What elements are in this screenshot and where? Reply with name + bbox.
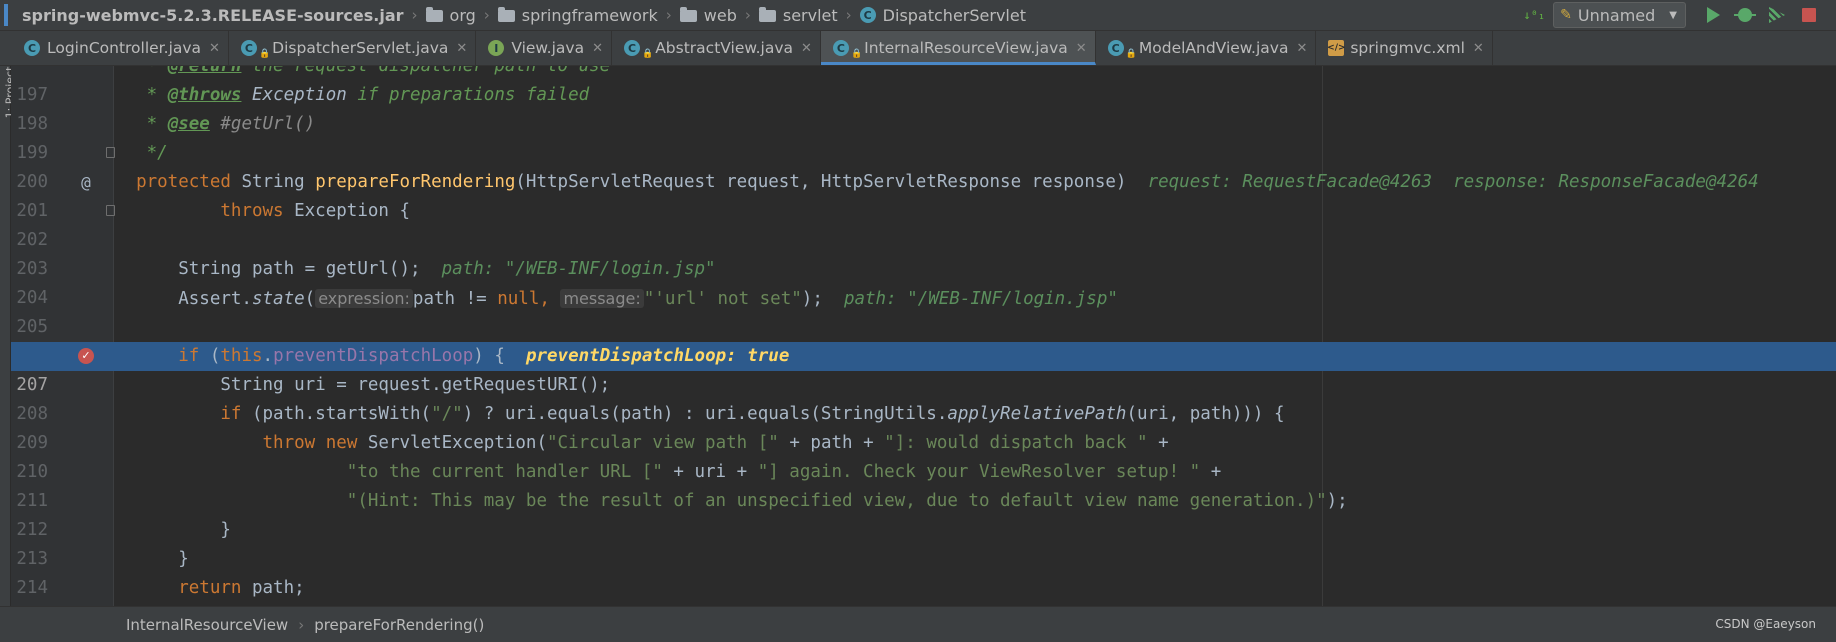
lock-icon: 🔒 bbox=[258, 49, 271, 59]
folder-icon bbox=[497, 7, 515, 22]
code-line[interactable]: 210 throw new ServletException("Circular… bbox=[11, 429, 1836, 482]
breadcrumb-method[interactable]: prepareForRendering() bbox=[314, 616, 484, 634]
class-icon: C bbox=[832, 40, 849, 56]
tab-internalresourceview[interactable]: C 🔒 InternalResourceView.java ✕ bbox=[820, 31, 1096, 65]
toolbar-actions: ↓⁰₁ ✎ Unnamed ▼ bbox=[1523, 0, 1836, 30]
code-line[interactable]: 206 bbox=[11, 313, 1836, 366]
chevron-right-icon: › bbox=[298, 615, 305, 634]
parameter-hint: message: bbox=[560, 289, 644, 308]
folder-icon bbox=[679, 7, 697, 22]
breadcrumb-jar[interactable]: spring-webmvc-5.2.3.RELEASE-sources.jar bbox=[22, 6, 404, 25]
tab-dispatcherservlet[interactable]: C 🔒 DispatcherServlet.java ✕ bbox=[229, 31, 477, 65]
breadcrumb-dispatcherservlet[interactable]: C DispatcherServlet bbox=[859, 6, 1026, 25]
run-configuration-select[interactable]: ✎ Unnamed ▼ bbox=[1553, 2, 1686, 28]
stop-button[interactable] bbox=[1796, 8, 1822, 22]
chevron-right-icon: › bbox=[411, 6, 418, 24]
code-line[interactable]: 204 String path = getUrl(); path: "/WEB-… bbox=[11, 255, 1836, 308]
code-line[interactable]: 201 @ protected String prepareForRenderi… bbox=[11, 168, 1836, 221]
lock-icon: 🔒 bbox=[641, 49, 654, 59]
debug-button[interactable] bbox=[1732, 8, 1758, 22]
close-icon[interactable]: ✕ bbox=[1296, 41, 1307, 56]
tab-abstractview[interactable]: C 🔒 AbstractView.java ✕ bbox=[612, 31, 821, 65]
breakpoint-icon[interactable]: ✓ bbox=[78, 348, 94, 364]
lock-icon: 🔒 bbox=[850, 49, 863, 59]
watermark: CSDN @Eaeyson bbox=[1715, 617, 1816, 631]
tool-window-strip: 1: Project bbox=[0, 66, 16, 606]
fold-icon[interactable] bbox=[106, 147, 115, 158]
chevron-right-icon: › bbox=[665, 6, 672, 24]
code-line[interactable]: 203 bbox=[11, 226, 1836, 279]
tab-logincontroller[interactable]: C LoginController.java ✕ bbox=[12, 31, 229, 65]
class-icon: C bbox=[24, 40, 40, 56]
chevron-right-icon: › bbox=[744, 6, 751, 24]
parameter-hint: expression: bbox=[315, 289, 413, 308]
code-line[interactable]: 202 throws Exception { bbox=[11, 197, 1836, 250]
debug-inline-value: path: "/WEB-INF/login.jsp" bbox=[843, 289, 1118, 309]
class-icon: C bbox=[1107, 40, 1124, 56]
xml-file-icon: </> bbox=[1327, 40, 1346, 56]
debug-inline-value: path: "/WEB-INF/login.jsp" bbox=[441, 259, 716, 279]
code-line[interactable]: 197 * @return the request dispatcher pat… bbox=[11, 66, 1836, 105]
close-icon[interactable]: ✕ bbox=[456, 41, 467, 56]
project-marker bbox=[4, 4, 8, 26]
debug-inline-value: request: RequestFacade@4263 response: Re… bbox=[1147, 172, 1759, 192]
code-line[interactable]: 211 "to the current handler URL [" + uri… bbox=[11, 458, 1836, 511]
code-line[interactable]: 213 } bbox=[11, 516, 1836, 569]
tab-view[interactable]: I View.java ✕ bbox=[476, 31, 612, 65]
breadcrumb-springframework[interactable]: springframework bbox=[497, 6, 658, 25]
fold-icon[interactable] bbox=[106, 205, 115, 216]
current-execution-line[interactable]: 207 ✓ if (this.preventDispatchLoop) { pr… bbox=[11, 342, 1836, 395]
chevron-right-icon: › bbox=[845, 6, 852, 24]
code-line[interactable]: 214 } bbox=[11, 545, 1836, 598]
code-line[interactable]: 209 if (path.startsWith("/") ? uri.equal… bbox=[11, 400, 1836, 453]
code-line[interactable]: 212 "(Hint: This may be the result of an… bbox=[11, 487, 1836, 540]
tab-modelandview[interactable]: C 🔒 ModelAndView.java ✕ bbox=[1096, 31, 1317, 65]
debug-icon bbox=[1734, 8, 1756, 22]
navigation-bar: spring-webmvc-5.2.3.RELEASE-sources.jar … bbox=[0, 0, 1836, 31]
chevron-down-icon: ▼ bbox=[1669, 9, 1677, 21]
class-icon: C bbox=[240, 40, 257, 56]
class-icon: C bbox=[623, 40, 640, 56]
code-line[interactable]: 199 * @see #getUrl() bbox=[11, 110, 1836, 163]
coverage-button[interactable] bbox=[1764, 7, 1790, 23]
close-icon[interactable]: ✕ bbox=[1473, 41, 1484, 56]
code-editor[interactable]: 197 * @return the request dispatcher pat… bbox=[11, 66, 1836, 606]
code-line[interactable]: 208 String uri = request.getRequestURI()… bbox=[11, 371, 1836, 424]
breadcrumb-web[interactable]: web bbox=[679, 6, 737, 25]
run-config-icon: ✎ bbox=[1560, 7, 1572, 23]
coverage-icon bbox=[1769, 7, 1785, 23]
stop-icon bbox=[1802, 8, 1816, 22]
run-icon bbox=[1706, 7, 1720, 23]
breadcrumb-org[interactable]: org bbox=[425, 6, 476, 25]
override-icon[interactable]: @ bbox=[77, 168, 95, 197]
code-line[interactable]: 198 * @throws Exception if preparations … bbox=[11, 81, 1836, 134]
editor-tabs: C LoginController.java ✕ C 🔒 DispatcherSe… bbox=[0, 31, 1836, 66]
folder-icon bbox=[758, 7, 776, 22]
lock-icon: 🔒 bbox=[1125, 49, 1137, 59]
close-icon[interactable]: ✕ bbox=[1076, 41, 1087, 56]
code-line[interactable]: 215 return path; bbox=[11, 574, 1836, 603]
folder-icon bbox=[425, 7, 443, 22]
close-icon[interactable]: ✕ bbox=[592, 41, 603, 56]
editor-breadcrumb-bar: InternalResourceView › prepareForRenderi… bbox=[0, 606, 1836, 642]
close-icon[interactable]: ✕ bbox=[209, 41, 220, 56]
interface-icon: I bbox=[488, 40, 505, 56]
class-icon: C bbox=[859, 7, 876, 23]
breadcrumb-servlet[interactable]: servlet bbox=[758, 6, 838, 25]
tab-springmvc-xml[interactable]: </> springmvc.xml ✕ bbox=[1316, 31, 1493, 65]
debug-inline-value: preventDispatchLoop: true bbox=[525, 346, 790, 366]
sort-icon[interactable]: ↓⁰₁ bbox=[1523, 9, 1545, 21]
code-line[interactable]: 205 Assert.state(expression: path != null… bbox=[11, 284, 1836, 337]
chevron-right-icon: › bbox=[483, 6, 490, 24]
close-icon[interactable]: ✕ bbox=[801, 41, 812, 56]
breadcrumb-class[interactable]: InternalResourceView bbox=[126, 616, 288, 634]
run-button[interactable] bbox=[1700, 7, 1726, 23]
code-line[interactable]: 200 */ bbox=[11, 139, 1836, 192]
